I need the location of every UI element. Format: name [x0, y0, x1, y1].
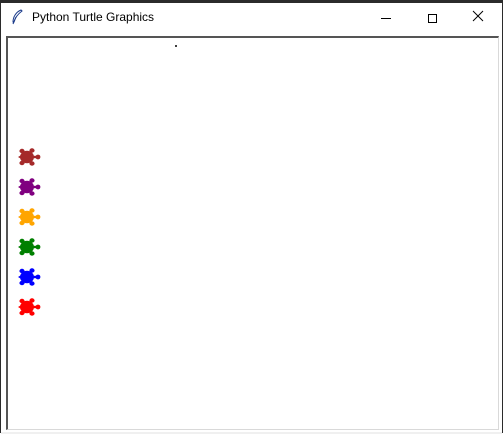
- close-icon: [472, 9, 484, 27]
- turtle-blue-icon: [17, 266, 43, 288]
- turtle-purple-icon: [17, 176, 43, 198]
- minimize-button[interactable]: [363, 3, 409, 33]
- turtle-canvas[interactable]: [6, 36, 499, 430]
- title-bar[interactable]: Python Turtle Graphics: [1, 3, 502, 33]
- turtle-green-icon: [17, 236, 43, 258]
- maximize-button[interactable]: [409, 3, 455, 33]
- turtle-red-icon: [17, 296, 43, 318]
- window-title: Python Turtle Graphics: [32, 10, 155, 24]
- pen-dot: [175, 45, 177, 47]
- maximize-icon: [427, 13, 437, 23]
- turtle-brown-icon: [17, 146, 43, 168]
- turtle-window: Python Turtle Graphics: [0, 0, 503, 434]
- turtle-orange-icon: [17, 206, 43, 228]
- close-button[interactable]: [455, 3, 501, 33]
- feather-icon: [10, 9, 24, 25]
- minimize-icon: [381, 17, 391, 19]
